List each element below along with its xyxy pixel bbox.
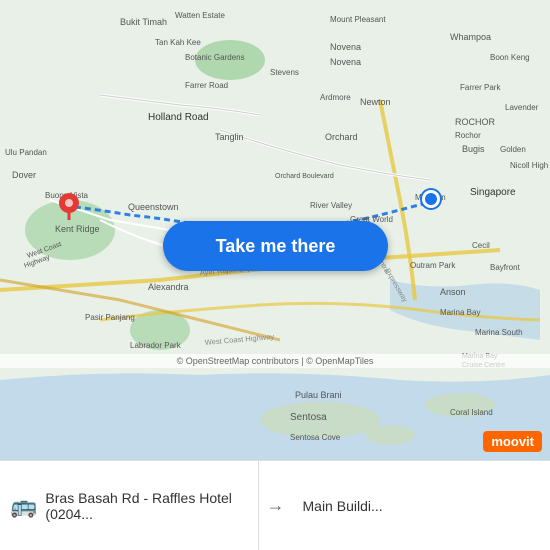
svg-text:Farrer Park: Farrer Park bbox=[460, 83, 501, 92]
svg-text:Alexandra: Alexandra bbox=[148, 282, 189, 292]
map-attribution: © OpenStreetMap contributors | © OpenMap… bbox=[0, 354, 550, 368]
destination-info: Main Buildi... bbox=[293, 498, 541, 514]
svg-text:Newton: Newton bbox=[360, 97, 391, 107]
destination-marker bbox=[422, 190, 440, 208]
svg-text:Kent Ridge: Kent Ridge bbox=[55, 224, 100, 234]
svg-text:Golden: Golden bbox=[500, 145, 526, 154]
svg-text:Queenstown: Queenstown bbox=[128, 202, 179, 212]
bottom-bar: 🚌 Bras Basah Rd - Raffles Hotel (0204...… bbox=[0, 460, 550, 550]
svg-text:Tanglin: Tanglin bbox=[215, 132, 244, 142]
svg-text:Anson: Anson bbox=[440, 287, 466, 297]
svg-text:Pulau Brani: Pulau Brani bbox=[295, 390, 342, 400]
svg-text:Novena: Novena bbox=[330, 57, 361, 67]
svg-text:River Valley: River Valley bbox=[310, 201, 352, 210]
svg-text:Novena: Novena bbox=[330, 42, 361, 52]
map-container: Bukit Timah Watten Estate Mount Pleasant… bbox=[0, 0, 550, 460]
svg-text:Marina Bay: Marina Bay bbox=[440, 308, 480, 317]
svg-text:Singapore: Singapore bbox=[470, 187, 516, 198]
svg-text:Bugis: Bugis bbox=[462, 144, 485, 154]
svg-text:Marina South: Marina South bbox=[475, 328, 523, 337]
svg-text:Ulu Pandan: Ulu Pandan bbox=[5, 148, 47, 157]
take-me-there-button[interactable]: Take me there bbox=[163, 221, 388, 271]
svg-text:Pasir Panjang: Pasir Panjang bbox=[85, 313, 135, 322]
svg-text:Sentosa Cove: Sentosa Cove bbox=[290, 433, 341, 442]
origin-info: 🚌 Bras Basah Rd - Raffles Hotel (0204... bbox=[10, 461, 259, 550]
svg-text:Boon Keng: Boon Keng bbox=[490, 53, 530, 62]
bus-icon: 🚌 bbox=[10, 493, 37, 519]
svg-text:Botanic Gardens: Botanic Gardens bbox=[185, 53, 245, 62]
svg-text:Coral Island: Coral Island bbox=[450, 408, 493, 417]
svg-text:Whampoa: Whampoa bbox=[450, 32, 491, 42]
destination-name: Main Buildi... bbox=[303, 498, 383, 514]
svg-text:Sentosa: Sentosa bbox=[290, 412, 327, 423]
attribution-text: © OpenStreetMap contributors | © OpenMap… bbox=[177, 356, 374, 366]
svg-text:Lavender: Lavender bbox=[505, 103, 539, 112]
svg-text:Bukit Timah: Bukit Timah bbox=[120, 17, 167, 27]
svg-text:Outram Park: Outram Park bbox=[410, 261, 456, 270]
svg-text:Orchard Boulevard: Orchard Boulevard bbox=[275, 173, 334, 180]
svg-text:Dover: Dover bbox=[12, 170, 36, 180]
svg-text:Cecil: Cecil bbox=[472, 241, 490, 250]
svg-text:Tan Kah Kee: Tan Kah Kee bbox=[155, 38, 201, 47]
svg-text:ROCHOR: ROCHOR bbox=[455, 117, 495, 127]
moovit-label: moovit bbox=[491, 434, 534, 449]
svg-text:Farrer Road: Farrer Road bbox=[185, 81, 228, 90]
origin-marker bbox=[58, 192, 80, 214]
svg-text:Orchard: Orchard bbox=[325, 132, 358, 142]
moovit-logo: moovit bbox=[483, 431, 542, 452]
svg-text:Labrador Park: Labrador Park bbox=[130, 341, 182, 350]
svg-text:Ardmore: Ardmore bbox=[320, 93, 351, 102]
svg-text:Watten Estate: Watten Estate bbox=[175, 11, 226, 20]
svg-text:Stevens: Stevens bbox=[270, 68, 299, 77]
origin-name: Bras Basah Rd - Raffles Hotel (0204... bbox=[45, 490, 247, 522]
svg-text:Rochor: Rochor bbox=[455, 131, 481, 140]
svg-text:Nicoll High: Nicoll High bbox=[510, 161, 548, 170]
svg-text:Holland Road: Holland Road bbox=[148, 112, 209, 123]
svg-text:Mount Pleasant: Mount Pleasant bbox=[330, 15, 386, 24]
svg-text:Bayfront: Bayfront bbox=[490, 263, 521, 272]
arrow-icon: → bbox=[267, 495, 285, 516]
